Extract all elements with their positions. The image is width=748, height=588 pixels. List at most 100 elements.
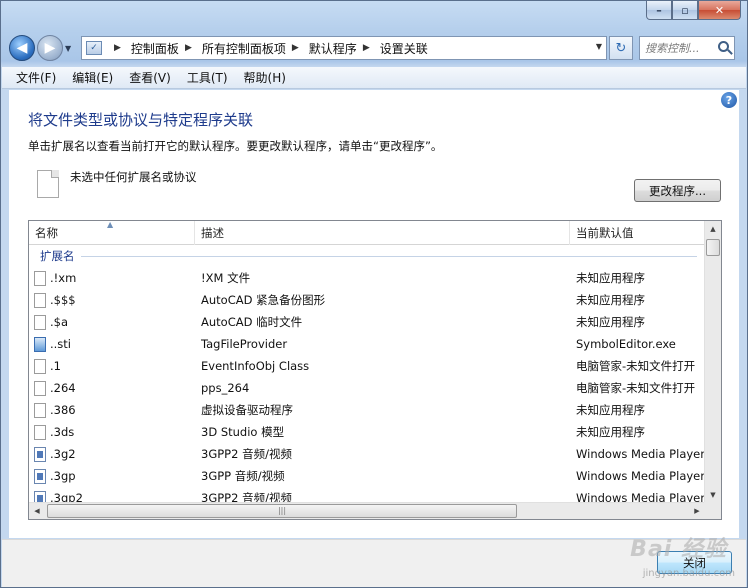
group-header-extensions[interactable]: 扩展名 [29,246,705,266]
list-item[interactable]: .1 EventInfoObj Class 电脑管家-未知文件打开 [29,355,705,377]
extension-name: .3gp [50,469,76,483]
file-icon [34,270,46,286]
cell-extension: .$a [29,314,195,330]
cell-description: 3D Studio 模型 [201,425,285,439]
cell-description: 3GPP2 音频/视频 [201,447,292,461]
minimize-button[interactable]: – [646,1,672,20]
menu-bar: 文件(F) 编辑(E) 查看(V) 工具(T) 帮助(H) [2,67,746,89]
content-pane: ? 将文件类型或协议与特定程序关联 单击扩展名以查看当前打开它的默认程序。要更改… [9,90,739,538]
application-icon [34,336,46,352]
selection-status: 未选中任何扩展名或协议 [70,170,197,184]
cell-extension: .386 [29,402,195,418]
column-header-label: 名称 [35,226,58,240]
breadcrumb-item[interactable]: 默认程序 [309,40,357,57]
extension-name: .264 [50,381,76,395]
forward-button[interactable]: ▶ [37,35,63,61]
menu-view[interactable]: 查看(V) [121,67,179,88]
list-item[interactable]: .3ds 3D Studio 模型 未知应用程序 [29,421,705,443]
scroll-right-arrow-icon[interactable]: ▶ [689,503,705,519]
extension-name: .386 [50,403,76,417]
breadcrumb-item[interactable]: 控制面板 [131,40,179,57]
address-dropdown-icon[interactable]: ▼ [596,42,602,51]
caption-buttons: – ▫ ✕ [646,1,741,20]
list-rows: .!xm !XM 文件 未知应用程序 .$$$ AutoCAD 紧急备份图形 未知应用程序… [29,267,705,509]
list-item[interactable]: .3g2 3GPP2 音频/视频 Windows Media Player [29,443,705,465]
cell-current-default: SymbolEditor.exe [576,337,676,351]
cell-current-default: 未知应用程序 [576,315,645,329]
close-window-button[interactable]: ✕ [698,1,741,20]
column-header-description[interactable]: 描述 [195,221,570,245]
cell-description: !XM 文件 [201,271,251,285]
cell-extension: .3g2 [29,446,195,462]
menu-edit[interactable]: 编辑(E) [64,67,121,88]
column-header-current-default[interactable]: 当前默认值 [570,221,705,245]
horizontal-scrollbar[interactable]: ◀ ||| ▶ [29,502,705,519]
vertical-scrollbar[interactable]: ▲ ▼ [704,221,721,503]
breadcrumb-item[interactable]: 所有控制面板项 [202,40,286,57]
group-label: 扩展名 [40,249,75,263]
crumb-separator-icon[interactable]: ▶ [292,43,299,53]
list-item[interactable]: .!xm !XM 文件 未知应用程序 [29,267,705,289]
cell-description: 虚拟设备驱动程序 [201,403,293,417]
cell-current-default: 电脑管家-未知文件打开 [576,381,696,395]
sort-ascending-icon: ▲ [107,220,114,229]
recent-pages-dropdown[interactable]: ▼ [65,44,77,53]
file-icon [34,424,46,440]
search-icon[interactable] [718,41,729,52]
column-header-name[interactable]: ▲ 名称 [29,221,195,245]
crumb-separator-icon[interactable]: ▶ [114,43,121,53]
extension-name: .$$$ [50,293,76,307]
scroll-down-arrow-icon[interactable]: ▼ [705,487,721,503]
cell-current-default: 未知应用程序 [576,425,645,439]
refresh-button[interactable]: ↻ [609,36,633,60]
cell-current-default: Windows Media Player [576,447,705,461]
list-header: ▲ 名称 描述 当前默认值 [29,221,705,245]
extension-list[interactable]: ▲ 名称 描述 当前默认值 扩展名 .!xm !XM 文件 未知应用程序 .$$$ Au… [28,220,722,520]
change-program-button[interactable]: 更改程序... [634,179,721,202]
list-item[interactable]: .$$$ AutoCAD 紧急备份图形 未知应用程序 [29,289,705,311]
instruction-text: 单击扩展名以查看当前打开它的默认程序。要更改默认程序，请单击“更改程序”。 [28,139,443,153]
cell-extension: ..sti [29,336,195,352]
cell-extension: .!xm [29,270,195,286]
cell-extension: .1 [29,358,195,374]
list-item[interactable]: .3gp 3GPP 音频/视频 Windows Media Player [29,465,705,487]
group-divider [80,255,697,257]
list-item[interactable]: .$a AutoCAD 临时文件 未知应用程序 [29,311,705,333]
list-item[interactable]: .386 虚拟设备驱动程序 未知应用程序 [29,399,705,421]
breadcrumb-item[interactable]: 设置关联 [380,40,428,57]
cell-description: pps_264 [201,381,250,395]
page-title: 将文件类型或协议与特定程序关联 [28,111,254,129]
back-button[interactable]: ◀ [9,35,35,61]
maximize-button[interactable]: ▫ [672,1,698,20]
extension-name: .3ds [50,425,75,439]
cell-current-default: 未知应用程序 [576,271,645,285]
cell-extension: .264 [29,380,195,396]
menu-file[interactable]: 文件(F) [8,67,64,88]
breadcrumb: ▶ 控制面板 ▶ 所有控制面板项 ▶ 默认程序 ▶ 设置关联 [108,40,428,57]
blank-document-icon [37,170,59,198]
cell-current-default: 未知应用程序 [576,403,645,417]
crumb-separator-icon[interactable]: ▶ [363,43,370,53]
address-bar[interactable]: ✓ ▶ 控制面板 ▶ 所有控制面板项 ▶ 默认程序 ▶ 设置关联 ▼ [81,36,607,60]
vertical-scroll-thumb[interactable] [706,239,720,256]
help-icon[interactable]: ? [721,92,737,108]
file-icon [34,292,46,308]
cell-extension: .$$$ [29,292,195,308]
file-icon [34,314,46,330]
media-file-icon [34,446,46,462]
scroll-left-arrow-icon[interactable]: ◀ [29,503,45,519]
list-item[interactable]: ..sti TagFileProvider SymbolEditor.exe [29,333,705,355]
file-icon [34,358,46,374]
navigation-bar: ◀ ▶ ▼ ✓ ▶ 控制面板 ▶ 所有控制面板项 ▶ 默认程序 ▶ 设置关联 ▼… [9,33,739,63]
cell-description: 3GPP 音频/视频 [201,469,285,483]
cell-current-default: 未知应用程序 [576,293,645,307]
menu-tools[interactable]: 工具(T) [179,67,236,88]
scroll-up-arrow-icon[interactable]: ▲ [705,221,721,237]
list-item[interactable]: .264 pps_264 电脑管家-未知文件打开 [29,377,705,399]
horizontal-scroll-thumb[interactable]: ||| [47,504,517,518]
cell-current-default: Windows Media Player [576,469,705,483]
menu-help[interactable]: 帮助(H) [236,67,294,88]
search-input[interactable]: 搜索控制... [639,36,735,60]
extension-name: ..sti [50,337,72,351]
crumb-separator-icon[interactable]: ▶ [185,43,192,53]
